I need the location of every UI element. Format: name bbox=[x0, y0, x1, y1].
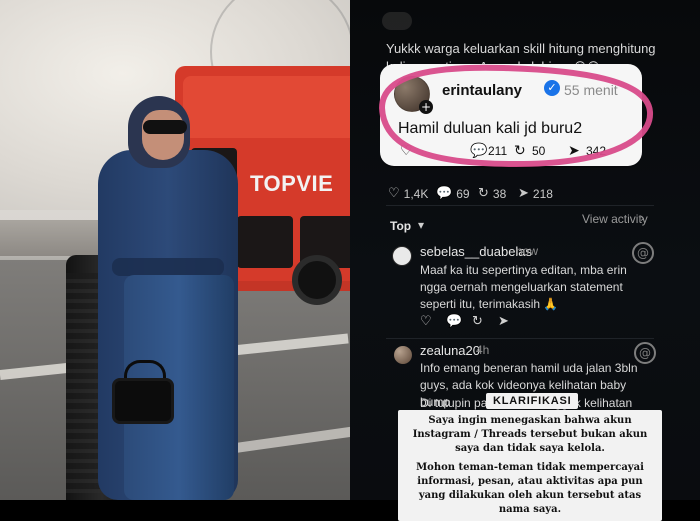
avatar[interactable] bbox=[392, 246, 412, 266]
share-count: 342 bbox=[586, 144, 607, 158]
reply-text: Hamil duluan kali jd buru2 bbox=[398, 120, 583, 137]
comment-time: now bbox=[516, 244, 539, 258]
plus-icon[interactable]: + bbox=[419, 100, 433, 114]
clarification-box-1: Saya ingin menegaskan bahwa akun Instagr… bbox=[398, 410, 662, 460]
repost-icon: ↻ bbox=[478, 186, 489, 201]
highlighted-reply-card[interactable]: + erintaulany ✓ 55 menit Hamil duluan ka… bbox=[380, 64, 642, 166]
post-stats: ♡ 1,4K 💬 69 ↻ 38 ➤ 218 bbox=[388, 186, 688, 204]
comment-count: 211 bbox=[488, 144, 508, 158]
top-avatar-fragment bbox=[382, 12, 412, 30]
avatar[interactable] bbox=[394, 346, 412, 364]
comment: sebelas__duabelas now @ Maaf ka itu sepe… bbox=[392, 242, 656, 336]
comment-text-partial-left: Di tutupin pak bbox=[420, 396, 494, 410]
comments-stat[interactable]: 💬 69 bbox=[436, 186, 470, 201]
comment-username[interactable]: zealuna20 bbox=[420, 343, 480, 358]
bus-wheel bbox=[292, 255, 342, 305]
face bbox=[142, 110, 184, 160]
photo-panel: TOPVIE bbox=[0, 0, 350, 500]
verified-icon: ✓ bbox=[544, 80, 560, 96]
bus-window-2 bbox=[237, 216, 293, 268]
like-icon[interactable]: ♡ bbox=[420, 314, 432, 329]
clarification-box-2: Mohon teman-teman tidak mempercayai info… bbox=[398, 457, 662, 521]
sunglasses bbox=[143, 120, 187, 134]
like-icon[interactable]: ♡ bbox=[400, 144, 414, 158]
bus-ad-text: TOPVIE bbox=[250, 171, 334, 196]
sort-label[interactable]: Top bbox=[390, 219, 411, 233]
threads-icon[interactable]: @ bbox=[632, 242, 654, 264]
reposts-count: 38 bbox=[492, 186, 507, 201]
comment-time: 4h bbox=[476, 343, 490, 357]
comment-action[interactable]: 💬 211 bbox=[470, 144, 507, 158]
comment-icon: 💬 bbox=[436, 186, 453, 201]
likes-stat[interactable]: ♡ 1,4K bbox=[388, 186, 428, 201]
screen: TOPVIE Yukkk warga keluarkan skill hitun… bbox=[0, 0, 700, 521]
likes-count: 1,4K bbox=[403, 186, 429, 201]
view-activity-link[interactable]: View activity bbox=[582, 212, 648, 226]
comment-icon[interactable]: 💬 bbox=[446, 314, 462, 329]
repost-action[interactable]: ↻ 50 bbox=[514, 144, 545, 158]
repost-count: 50 bbox=[532, 144, 546, 158]
share-icon: ➤ bbox=[518, 186, 529, 201]
comment-icon: 💬 bbox=[470, 143, 488, 159]
shares-stat[interactable]: ➤ 218 bbox=[518, 186, 553, 201]
timestamp: 55 menit bbox=[564, 82, 618, 98]
divider bbox=[386, 338, 654, 339]
heart-icon: ♡ bbox=[388, 186, 400, 201]
chevron-down-icon[interactable]: ▾ bbox=[418, 218, 424, 232]
shares-count: 218 bbox=[532, 186, 553, 201]
share-action[interactable]: ➤ 342 bbox=[568, 144, 606, 158]
comment-text: Maaf ka itu sepertinya editan, mba erin … bbox=[420, 263, 627, 311]
username[interactable]: erintaulany bbox=[442, 82, 522, 99]
comment-actions: ♡ 💬 ↻ ➤ bbox=[420, 314, 560, 330]
bus-upper-deck bbox=[183, 76, 350, 138]
clarification-label: KLARIFIKASI bbox=[486, 393, 579, 409]
share-icon[interactable]: ➤ bbox=[498, 314, 509, 329]
divider bbox=[386, 205, 654, 206]
chevron-right-icon[interactable]: › bbox=[640, 211, 645, 225]
reposts-stat[interactable]: ↻ 38 bbox=[478, 186, 506, 201]
reply-actions: ♡ 💬 211 ↻ 50 ➤ 342 bbox=[392, 144, 632, 162]
share-icon: ➤ bbox=[568, 143, 580, 159]
outfit-belt bbox=[112, 258, 224, 276]
repost-icon: ↻ bbox=[514, 143, 526, 159]
comments-count: 69 bbox=[456, 186, 470, 201]
handbag bbox=[112, 378, 174, 424]
repost-icon[interactable]: ↻ bbox=[472, 314, 483, 329]
